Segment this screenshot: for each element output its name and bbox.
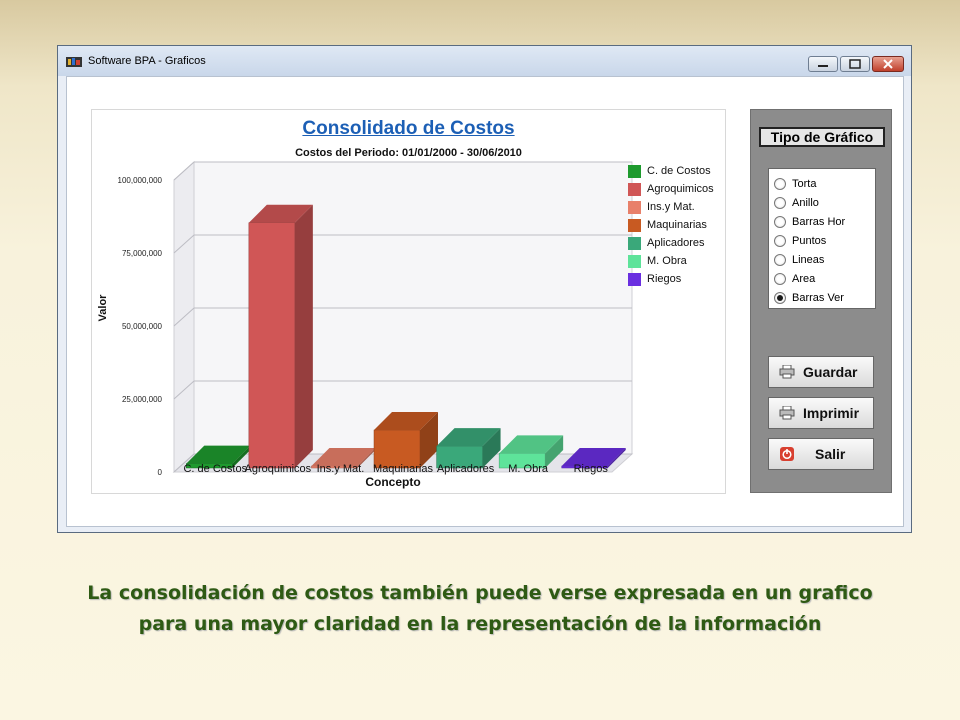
chart-title: Consolidado de Costos (302, 118, 515, 139)
chart-subtitle: Costos del Periodo: 01/01/2000 - 30/06/2… (295, 147, 522, 159)
y-tick-label: 0 (158, 468, 163, 477)
chart-type-options: Torta Anillo Barras Hor Puntos Lineas Area Bar… (768, 168, 876, 309)
radio-option[interactable]: Anillo (774, 193, 875, 212)
x-tick-label: Riegos (574, 463, 609, 475)
y-tick-label: 75,000,000 (122, 249, 163, 258)
bar-side (294, 204, 313, 468)
radio-label: Area (792, 272, 816, 285)
radio-button[interactable] (774, 291, 786, 304)
radio-label: Anillo (792, 196, 819, 209)
radio-label: Barras Hor (792, 215, 846, 228)
radio-option[interactable]: Torta (774, 174, 875, 193)
caption-line-1: La consolidación de costos también puede… (87, 582, 873, 604)
x-tick-label: Maquinarias (373, 463, 433, 475)
legend-label: Aplicadores (647, 237, 705, 249)
y-tick-label: 25,000,000 (122, 395, 163, 404)
maximize-icon (849, 59, 861, 69)
radio-button[interactable] (774, 215, 786, 228)
legend-item: Maquinarias (628, 216, 714, 234)
bar (248, 222, 296, 469)
x-tick-label: M. Obra (508, 463, 549, 475)
power-icon (780, 447, 794, 461)
close-window-button[interactable] (872, 56, 904, 72)
radio-label: Torta (792, 177, 817, 190)
save-button-label: Guardar (803, 364, 858, 380)
title-bar[interactable]: Software BPA - Graficos (58, 46, 911, 76)
chart-panel: 0 25,000,000 50,000,000 75,000,000 100,000,0… (91, 109, 726, 494)
legend-swatch (628, 254, 641, 268)
x-tick-label: Aplicadores (437, 463, 495, 475)
radio-button[interactable] (774, 234, 786, 247)
x-tick-label: Ins.y Mat. (317, 463, 365, 475)
window-title: Software BPA - Graficos (88, 55, 206, 67)
app-icon (66, 57, 82, 67)
legend-swatch (628, 236, 641, 250)
exit-button[interactable]: Salir (768, 438, 874, 470)
caption-line-2: para una mayor claridad en la representa… (138, 613, 822, 635)
x-tick-label: Agroquimicos (245, 463, 312, 475)
chart-type-panel: Tipo de Gráfico Torta Anillo Barras Hor Pun… (750, 109, 892, 493)
exit-button-label: Salir (815, 446, 846, 462)
y-tick-label: 100,000,000 (118, 176, 163, 185)
radio-option[interactable]: Barras Hor (774, 212, 875, 231)
radio-label: Lineas (792, 253, 825, 266)
y-axis-label: Valor (97, 294, 109, 322)
legend-label: Agroquimicos (647, 183, 714, 195)
save-button[interactable]: Guardar (768, 356, 874, 388)
legend-label: Ins.y Mat. (647, 201, 695, 213)
legend-label: M. Obra (647, 255, 687, 267)
slide-caption: La consolidación de costos también puede… (0, 578, 960, 640)
legend-swatch (628, 218, 641, 232)
legend-swatch (628, 182, 641, 196)
printer-icon (779, 365, 795, 379)
chart-legend: C. de Costos Agroquimicos Ins.y Mat. Maquin… (628, 162, 714, 288)
legend-label: C. de Costos (647, 165, 711, 177)
close-icon (883, 59, 893, 69)
radio-label: Barras Ver (792, 291, 844, 304)
x-tick-label: C. de Costos (183, 463, 247, 475)
minimize-button[interactable] (808, 56, 838, 72)
radio-option[interactable]: Lineas (774, 250, 875, 269)
legend-item: Ins.y Mat. (628, 198, 714, 216)
legend-item: C. de Costos (628, 162, 714, 180)
radio-option[interactable]: Puntos (774, 231, 875, 250)
print-button[interactable]: Imprimir (768, 397, 874, 429)
radio-option[interactable]: Barras Ver (774, 288, 875, 307)
radio-button[interactable] (774, 272, 786, 285)
legend-item: Aplicadores (628, 234, 714, 252)
chart-type-title: Tipo de Gráfico (759, 127, 885, 147)
legend-item: M. Obra (628, 252, 714, 270)
printer-icon (779, 406, 795, 420)
legend-item: Agroquimicos (628, 180, 714, 198)
radio-button[interactable] (774, 253, 786, 266)
radio-button[interactable] (774, 177, 786, 190)
radio-label: Puntos (792, 234, 827, 247)
legend-label: Riegos (647, 273, 682, 285)
minimize-icon (818, 65, 828, 67)
x-axis-label: Concepto (365, 475, 420, 489)
radio-option[interactable]: Area (774, 269, 875, 288)
legend-item: Riegos (628, 270, 714, 288)
legend-swatch (628, 272, 641, 286)
legend-swatch (628, 200, 641, 214)
window-client-area: 0 25,000,000 50,000,000 75,000,000 100,000,0… (66, 76, 904, 527)
legend-swatch (628, 164, 641, 178)
print-button-label: Imprimir (803, 405, 860, 421)
legend-label: Maquinarias (647, 219, 707, 231)
radio-button[interactable] (774, 196, 786, 209)
y-tick-label: 50,000,000 (122, 322, 163, 331)
maximize-button[interactable] (840, 56, 870, 72)
app-window: Software BPA - Graficos 0 25,000,000 50,00… (57, 45, 912, 533)
